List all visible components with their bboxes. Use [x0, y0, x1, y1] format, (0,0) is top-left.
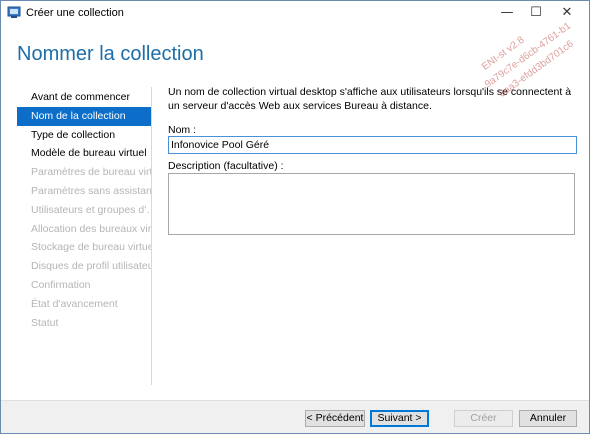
nav-item: Disques de profil utilisateur	[31, 260, 151, 273]
content-area: Un nom de collection virtual desktop s'a…	[168, 86, 578, 113]
nav-item: Allocation des bureaux vir…	[31, 222, 151, 235]
description-textarea[interactable]	[168, 173, 575, 235]
nav-divider	[151, 87, 152, 385]
close-icon[interactable]: ✕	[553, 3, 581, 23]
nav-item[interactable]: Nom de la collection	[17, 106, 151, 126]
dialog-window: Créer une collection — ☐ ✕ Nommer la col…	[0, 0, 590, 434]
nav-item[interactable]: Avant de commencer	[17, 88, 151, 107]
nav-item: Confirmation	[31, 278, 91, 291]
nav-item[interactable]: Type de collection	[17, 126, 151, 145]
server-manager-icon	[7, 6, 21, 19]
nav-item: Paramètres de bureau virt…	[31, 166, 151, 179]
maximize-icon[interactable]: ☐	[522, 3, 550, 23]
name-label: Nom :	[168, 124, 197, 136]
watermark-line-1: ENI-st v2.8	[480, 34, 527, 72]
next-button[interactable]: Suivant >	[370, 410, 429, 427]
nav-item: État d'avancement	[31, 297, 118, 310]
cancel-button[interactable]: Annuler	[519, 410, 577, 427]
wizard-nav: Avant de commencer Nom de la collection Ty…	[17, 88, 151, 332]
previous-button[interactable]: < Précédent	[305, 410, 365, 427]
page-title: Nommer la collection	[17, 43, 204, 65]
nav-item: Statut	[31, 316, 59, 329]
window-title: Créer une collection	[26, 7, 124, 19]
description-label: Description (facultative) :	[168, 160, 284, 172]
page-description: Un nom de collection virtual desktop s'a…	[168, 86, 572, 112]
title-bar[interactable]: Créer une collection — ☐ ✕	[1, 1, 589, 25]
minimize-icon[interactable]: —	[493, 3, 521, 23]
watermark-line-2: 9a79c7e-d6cb-4761-b1	[483, 20, 573, 90]
collection-name-input[interactable]	[168, 136, 577, 154]
create-button: Créer	[454, 410, 513, 427]
nav-item: Paramètres sans assistance	[31, 184, 151, 197]
nav-item: Stockage de bureau virtuel	[31, 241, 151, 254]
nav-item: Utilisateurs et groupes d'…	[31, 203, 151, 216]
button-bar: < Précédent Suivant > Créer Annuler	[1, 400, 589, 433]
nav-item[interactable]: Modèle de bureau virtuel	[17, 144, 151, 163]
